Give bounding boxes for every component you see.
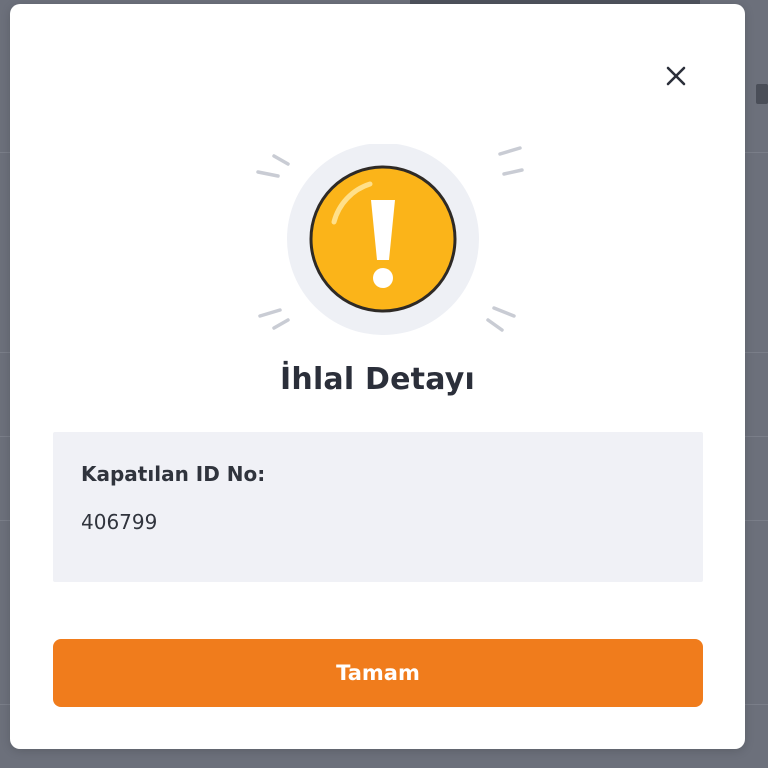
violation-detail-dialog: İhlal Detayı Kapatılan ID No: 406799 Tam… <box>10 4 745 749</box>
closed-id-label: Kapatılan ID No: <box>81 462 266 486</box>
exclamation-warning-icon <box>256 144 524 335</box>
ok-button[interactable]: Tamam <box>53 639 703 707</box>
info-panel: Kapatılan ID No: 406799 <box>53 432 703 582</box>
close-button[interactable] <box>660 60 692 92</box>
dialog-title: İhlal Detayı <box>280 362 475 397</box>
closed-id-value: 406799 <box>81 510 158 534</box>
close-icon <box>666 66 686 86</box>
background-calendar-icon <box>756 84 768 104</box>
